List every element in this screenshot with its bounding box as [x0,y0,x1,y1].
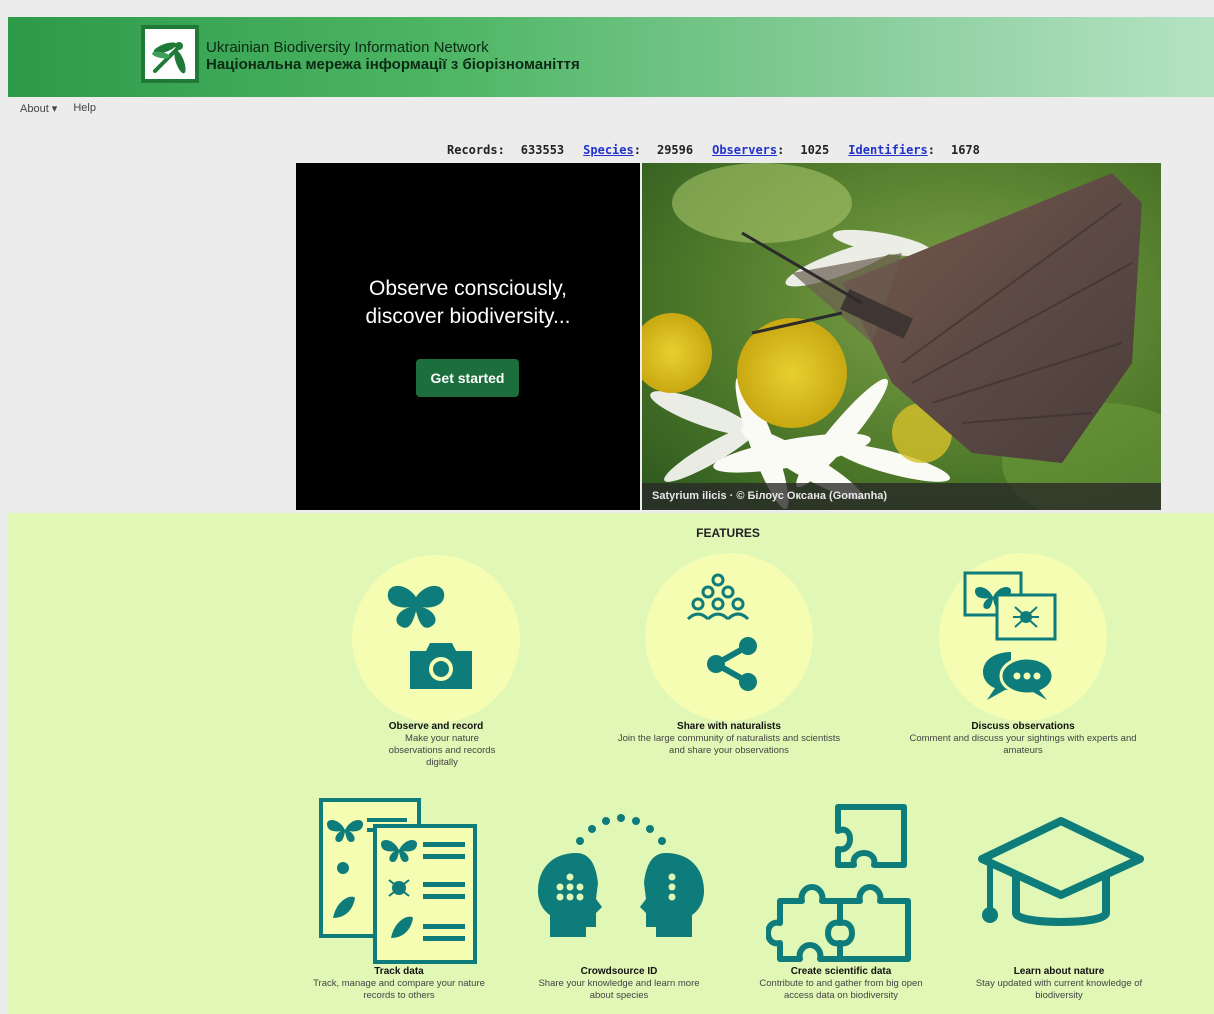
identifiers-value: 1678 [950,143,980,157]
feature-title-track: Track data [374,966,424,977]
feature-desc-track: Track, manage and compare your nature re… [313,978,485,1001]
hero-line-2: discover biodiversity... [365,305,571,328]
hero-panel: Observe consciously, discover biodiversi… [296,163,640,510]
hero-slogan: Observe consciously, discover biodiversi… [296,275,640,331]
feature-desc-share: Join the large community of naturalists … [617,733,841,756]
site-title[interactable]: Ukrainian Biodiversity Information Netwo… [206,39,580,73]
observers-value: 1025 [800,143,830,157]
feature-title-crowdsource: Crowdsource ID [580,966,658,977]
feature-title-share: Share with naturalists [677,721,781,732]
identifiers-link[interactable]: Identifiers [848,143,927,157]
butterfly-photo-image [642,163,1161,510]
chat-bubbles-icon [983,652,1055,700]
menu-about[interactable]: About ▾ [20,102,57,115]
community-icon [686,573,750,621]
feature-desc-scientific: Contribute to and gather from big open a… [759,978,923,1001]
species-value: 29596 [656,143,694,157]
site-title-en: Ukrainian Biodiversity Information Netwo… [206,39,489,56]
site-title-ua: Національна мережа інформації з біорізно… [206,56,580,73]
graduation-cap-icon [978,817,1144,926]
stats-bar: Records: 633553 Species: 29596 Observers… [447,143,980,157]
feature-desc-observe: Make your nature observations and record… [388,733,496,768]
menu-help[interactable]: Help [73,102,96,115]
feature-desc-learn: Stay updated with current knowledge of b… [975,978,1143,1001]
observers-link[interactable]: Observers [712,143,777,157]
share-icon [707,637,757,691]
hero-line-1: Observe consciously, [368,277,568,300]
species-link[interactable]: Species [583,143,634,157]
photo-caption[interactable]: Satyrium ilicis · © Білоус Оксана (Goman… [642,483,1161,510]
features-heading: FEATURES [696,526,760,540]
records-value: 633553 [520,143,565,157]
puzzle-icon [766,804,911,962]
top-menu: About ▾ Help [20,102,96,115]
track-data-icon [319,798,477,964]
crowdsource-heads-icon [538,814,704,937]
features-section: FEATURES Observe and record Make your na… [8,513,1214,1014]
camera-icon [410,643,472,689]
feature-title-scientific: Create scientific data [790,966,892,977]
feature-desc-crowdsource: Share your knowledge and learn more abou… [538,978,700,1001]
feature-title-learn: Learn about nature [1013,966,1105,977]
feature-circle-observe [352,555,520,723]
site-banner: Ukrainian Biodiversity Information Netwo… [8,17,1214,97]
feature-desc-discuss: Comment and discuss your sightings with … [909,733,1137,756]
feature-title-discuss: Discuss observations [971,721,1075,732]
feature-title-observe: Observe and record [388,721,484,732]
hero-photo: Satyrium ilicis · © Білоус Оксана (Goman… [642,163,1161,510]
records-label: Records: [447,143,505,157]
get-started-button[interactable]: Get started [416,359,519,397]
butterfly-icon [387,585,445,628]
observation-cards-icon [963,571,1057,641]
dragonfly-logo-icon[interactable] [141,25,199,83]
